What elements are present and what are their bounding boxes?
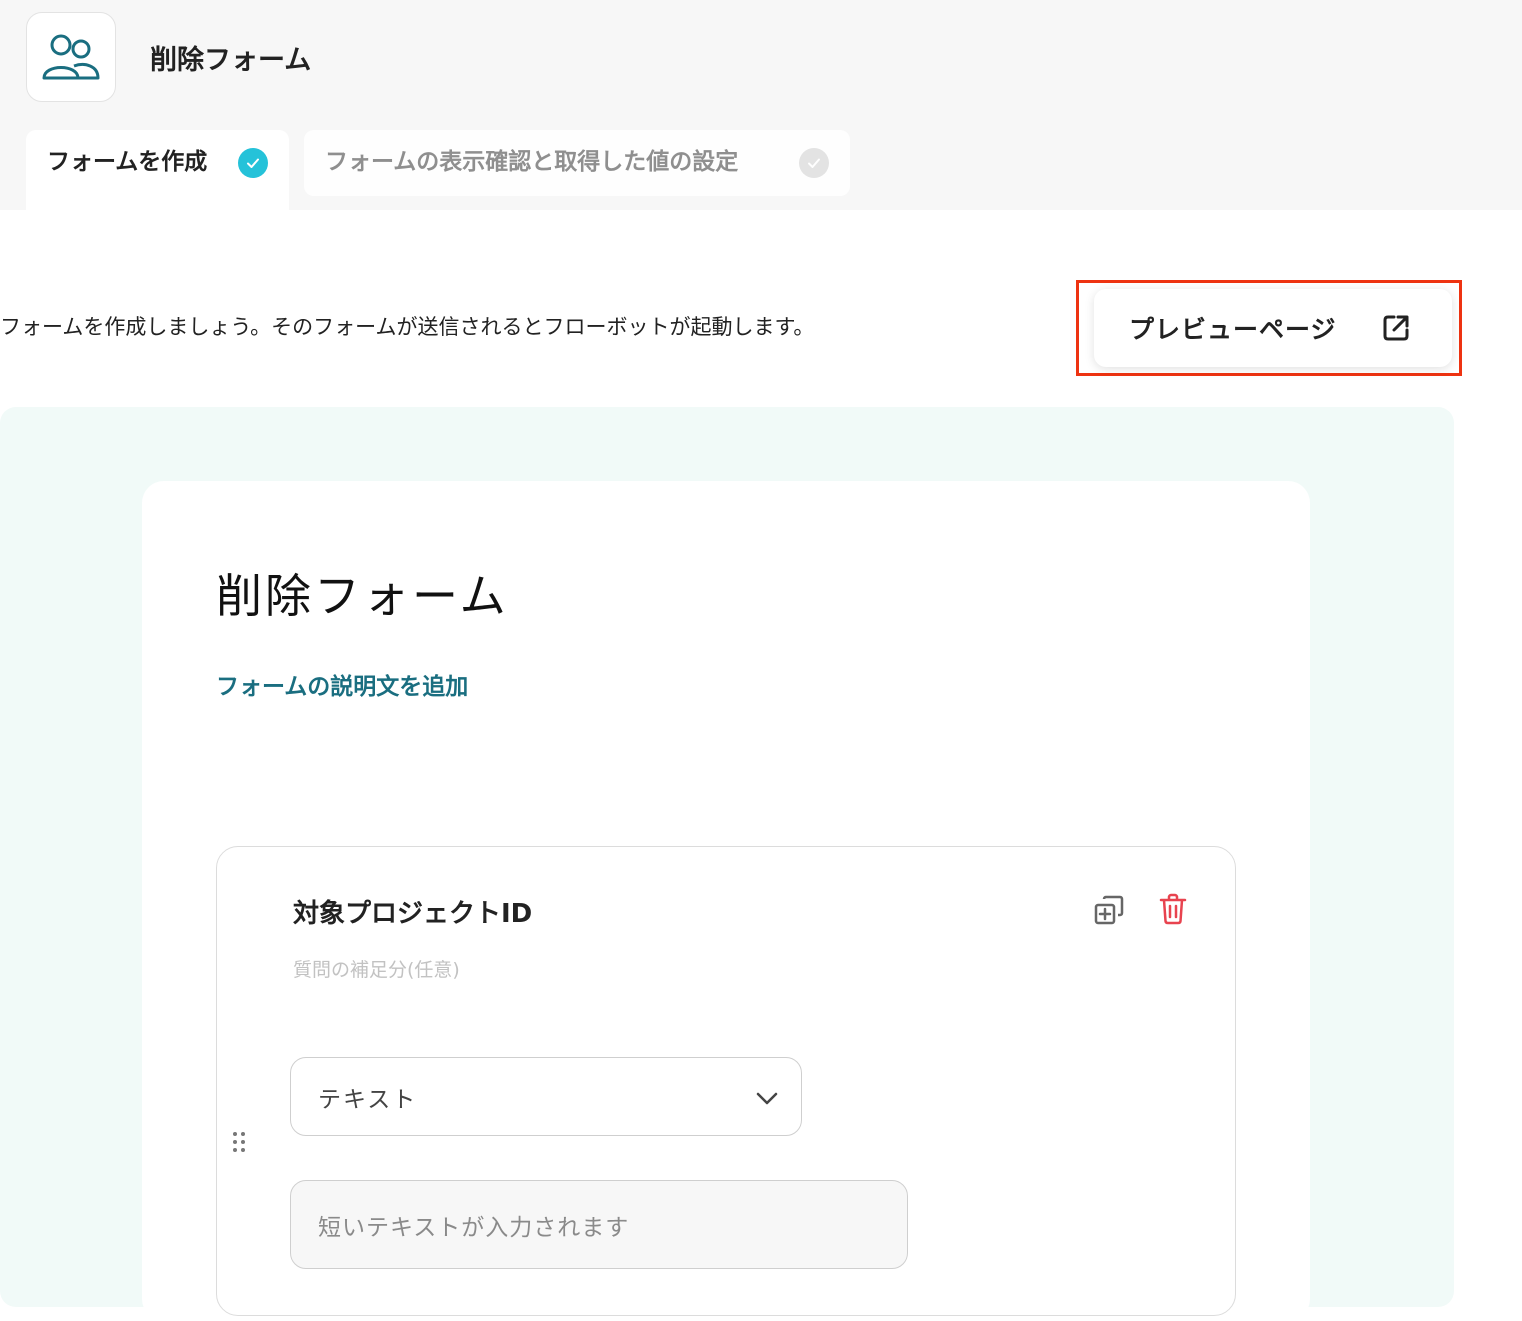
answer-placeholder: 短いテキストが入力されます — [318, 1214, 630, 1241]
check-circle-icon — [238, 148, 268, 178]
question-subtitle[interactable]: 質問の補足分(任意) — [293, 955, 460, 982]
preview-button-label: プレビューページ — [1129, 315, 1337, 344]
chevron-down-icon — [755, 1090, 779, 1110]
add-description-link[interactable]: フォームの説明文を追加 — [216, 667, 468, 701]
question-type-value: テキスト — [318, 1086, 418, 1113]
question-title[interactable]: 対象プロジェクトID — [293, 893, 532, 930]
tab-label: フォームの表示確認と取得した値の設定 — [325, 149, 739, 175]
form-title[interactable]: 削除フォーム — [216, 560, 509, 626]
app-title: 削除フォーム — [150, 45, 312, 76]
trash-icon[interactable] — [1157, 892, 1189, 930]
answer-preview-field: 短いテキストが入力されます — [290, 1180, 908, 1269]
drag-handle-icon[interactable] — [231, 1130, 247, 1158]
tab-create-form[interactable]: フォームを作成 — [26, 130, 289, 210]
tab-confirm-form[interactable]: フォームの表示確認と取得した値の設定 — [304, 130, 850, 196]
check-circle-icon — [799, 148, 829, 178]
intro-text: フォームを作成しましょう。そのフォームが送信されるとフローボットが起動します。 — [0, 315, 815, 339]
preview-page-button[interactable]: プレビューページ — [1094, 289, 1452, 367]
page-header: 削除フォーム フォームを作成 フォームの表示確認と取得した値の設定 — [0, 0, 1522, 210]
question-type-select[interactable]: テキスト — [290, 1057, 802, 1136]
tab-label: フォームを作成 — [47, 149, 208, 175]
duplicate-icon[interactable] — [1092, 893, 1126, 931]
users-icon — [26, 12, 116, 102]
external-link-icon — [1381, 313, 1411, 347]
